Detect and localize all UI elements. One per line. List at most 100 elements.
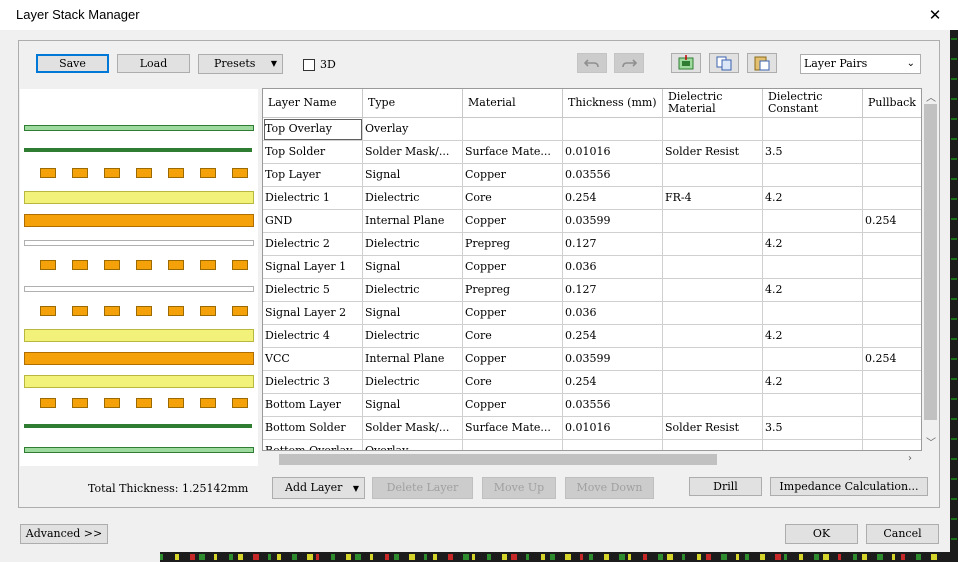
table-cell[interactable]: Dielectric — [363, 187, 463, 210]
table-cell[interactable]: Copper — [463, 348, 563, 371]
table-cell[interactable]: 0.03556 — [563, 164, 663, 187]
table-cell[interactable]: Bottom Overlay — [263, 440, 363, 450]
table-cell[interactable]: Signal Layer 1 — [263, 256, 363, 279]
table-cell[interactable]: Prepreg — [463, 233, 563, 256]
table-cell[interactable]: 0.254 — [563, 187, 663, 210]
table-cell[interactable] — [863, 187, 921, 210]
table-cell[interactable] — [763, 302, 863, 325]
vertical-scrollbar[interactable]: ︿ ﹀ — [922, 88, 939, 451]
column-header[interactable]: Material — [463, 89, 563, 118]
table-cell[interactable]: Surface Mate... — [463, 141, 563, 164]
table-cell[interactable]: Signal — [363, 164, 463, 187]
table-cell[interactable]: 4.2 — [763, 371, 863, 394]
table-cell[interactable] — [563, 118, 663, 141]
table-cell[interactable]: 0.254 — [563, 371, 663, 394]
table-cell[interactable] — [863, 256, 921, 279]
table-cell[interactable]: Dielectric 5 — [263, 279, 363, 302]
table-cell[interactable] — [863, 325, 921, 348]
horizontal-scroll-thumb[interactable] — [279, 454, 717, 465]
column-header[interactable]: Dielectric Constant — [763, 89, 863, 118]
table-cell[interactable]: GND — [263, 210, 363, 233]
table-cell[interactable]: Bottom Solder — [263, 417, 363, 440]
table-cell[interactable]: Overlay — [363, 440, 463, 450]
table-cell[interactable] — [663, 348, 763, 371]
vertical-scroll-thumb[interactable] — [924, 104, 937, 420]
table-cell[interactable]: Prepreg — [463, 279, 563, 302]
column-header[interactable]: Thickness (mm) — [563, 89, 663, 118]
scroll-right-icon[interactable]: › — [908, 453, 912, 464]
table-cell[interactable] — [863, 118, 921, 141]
table-cell[interactable]: Top Overlay — [263, 118, 363, 141]
save-button[interactable]: Save — [36, 54, 109, 73]
undo-button[interactable] — [577, 53, 607, 73]
ok-button[interactable]: OK — [785, 524, 858, 544]
close-icon[interactable]: ✕ — [924, 4, 946, 26]
cancel-button[interactable]: Cancel — [866, 524, 939, 544]
table-cell[interactable]: Dielectric — [363, 279, 463, 302]
table-cell[interactable]: Dielectric — [363, 371, 463, 394]
table-cell[interactable] — [663, 325, 763, 348]
copy-button[interactable] — [709, 53, 739, 73]
table-cell[interactable] — [863, 371, 921, 394]
table-cell[interactable]: Solder Resist — [663, 141, 763, 164]
scroll-down-icon[interactable]: ﹀ — [926, 434, 936, 449]
table-cell[interactable]: 0.127 — [563, 233, 663, 256]
table-cell[interactable]: Solder Resist — [663, 417, 763, 440]
horizontal-scrollbar[interactable]: › — [262, 451, 922, 468]
table-cell[interactable]: 0.127 — [563, 279, 663, 302]
move-down-button[interactable]: Move Down — [565, 477, 654, 499]
table-cell[interactable] — [863, 279, 921, 302]
table-cell[interactable]: FR-4 — [663, 187, 763, 210]
table-cell[interactable] — [663, 279, 763, 302]
table-cell[interactable] — [863, 302, 921, 325]
table-cell[interactable]: 0.254 — [863, 348, 921, 371]
table-cell[interactable]: Internal Plane — [363, 348, 463, 371]
table-cell[interactable]: Solder Mask/... — [363, 141, 463, 164]
table-cell[interactable] — [563, 440, 663, 450]
drill-button[interactable]: Drill — [689, 477, 762, 496]
table-cell[interactable]: Internal Plane — [363, 210, 463, 233]
table-cell[interactable] — [663, 371, 763, 394]
table-cell[interactable]: Copper — [463, 164, 563, 187]
table-cell[interactable]: Top Layer — [263, 164, 363, 187]
load-button[interactable]: Load — [117, 54, 190, 73]
table-cell[interactable]: 0.03556 — [563, 394, 663, 417]
table-cell[interactable] — [663, 302, 763, 325]
table-cell[interactable]: 0.036 — [563, 302, 663, 325]
add-layer-dropdown[interactable]: Add Layer ▼ — [272, 477, 365, 499]
advanced-button[interactable]: Advanced >> — [20, 524, 108, 544]
column-header[interactable]: Pullback — [863, 89, 921, 118]
table-cell[interactable]: Core — [463, 187, 563, 210]
table-cell[interactable] — [863, 440, 921, 450]
table-cell[interactable] — [663, 233, 763, 256]
table-cell[interactable]: 3.5 — [763, 141, 863, 164]
move-up-button[interactable]: Move Up — [482, 477, 556, 499]
table-cell[interactable]: Copper — [463, 302, 563, 325]
table-cell[interactable] — [863, 233, 921, 256]
table-cell[interactable]: Dielectric 2 — [263, 233, 363, 256]
table-cell[interactable] — [663, 256, 763, 279]
column-header[interactable]: Type — [363, 89, 463, 118]
table-cell[interactable] — [763, 164, 863, 187]
table-cell[interactable]: Dielectric 1 — [263, 187, 363, 210]
table-cell[interactable] — [863, 164, 921, 187]
table-cell[interactable]: VCC — [263, 348, 363, 371]
table-cell[interactable] — [463, 440, 563, 450]
table-cell[interactable]: 0.036 — [563, 256, 663, 279]
column-header[interactable]: Layer Name — [263, 89, 363, 118]
table-cell[interactable]: Overlay — [363, 118, 463, 141]
table-cell[interactable] — [863, 417, 921, 440]
table-cell[interactable]: Dielectric — [363, 325, 463, 348]
paste-button[interactable] — [747, 53, 777, 73]
table-cell[interactable] — [863, 141, 921, 164]
redo-button[interactable] — [614, 53, 644, 73]
table-cell[interactable]: Solder Mask/... — [363, 417, 463, 440]
table-cell[interactable]: 4.2 — [763, 279, 863, 302]
presets-dropdown[interactable]: Presets ▼ — [198, 54, 283, 74]
table-cell[interactable] — [663, 118, 763, 141]
table-cell[interactable] — [763, 210, 863, 233]
table-cell[interactable]: 4.2 — [763, 187, 863, 210]
table-cell[interactable]: Dielectric 4 — [263, 325, 363, 348]
table-cell[interactable]: 3.5 — [763, 417, 863, 440]
table-cell[interactable]: Signal — [363, 256, 463, 279]
